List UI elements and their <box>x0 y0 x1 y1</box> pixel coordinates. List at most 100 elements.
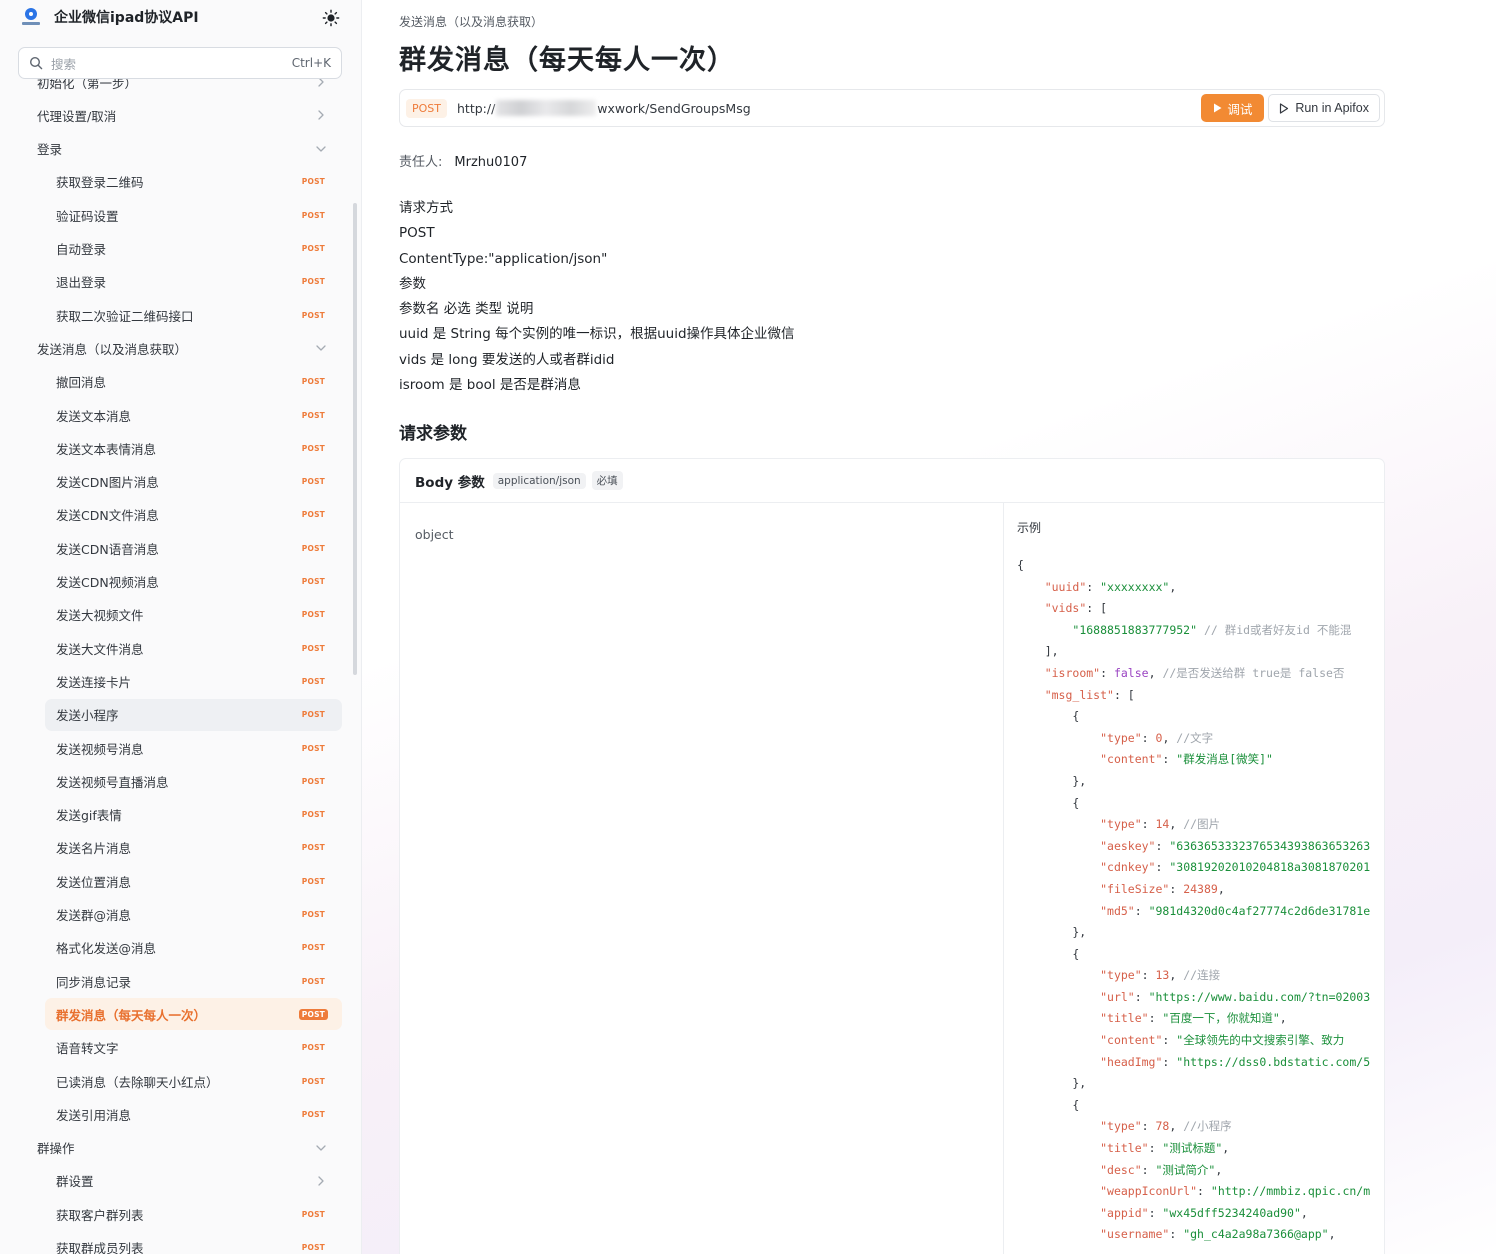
code-token: false <box>1113 665 1149 680</box>
sidebar-item[interactable]: 发送gif表情 POST <box>45 799 342 831</box>
sidebar-item-label: 发送文本表情消息 <box>56 441 157 457</box>
sidebar-item[interactable]: 语音转文字 POST <box>45 1032 342 1064</box>
sidebar-item[interactable]: 获取群成员列表 POST <box>45 1232 342 1254</box>
sidebar-item[interactable]: 登录 <box>26 133 342 165</box>
code-line: "fileSize": 24389, <box>1017 879 1371 901</box>
sidebar-item[interactable]: 发送CDN视频消息 POST <box>45 566 342 598</box>
chevron-down-icon <box>316 1144 326 1151</box>
sidebar-item-label: 发送名片消息 <box>56 841 132 857</box>
sidebar-item[interactable]: 发送引用消息 POST <box>45 1098 342 1130</box>
sidebar-item[interactable]: 发送文本消息 POST <box>45 399 342 431</box>
sidebar-item[interactable]: 发送小程序 POST <box>45 698 342 731</box>
code-line: "cdnkey": "30819202010204818a3081870201 <box>1017 857 1371 879</box>
code-token: "全球领先的中文搜索引擎、致力 <box>1176 1033 1345 1048</box>
code-token: "gh_c4a2a98a7366@app" <box>1183 1227 1329 1242</box>
code-line: "type": 0, //文字 <box>1017 728 1371 750</box>
sidebar-item[interactable]: 发送大文件消息 POST <box>45 632 342 664</box>
sidebar-item[interactable]: 验证码设置 POST <box>45 199 342 231</box>
brand[interactable]: 企业微信ipad协议API <box>22 5 199 29</box>
sidebar-item[interactable]: 获取客户群列表 POST <box>45 1198 342 1230</box>
sidebar-item[interactable]: 退出登录 POST <box>45 266 342 298</box>
sidebar-item-label: 发送连接卡片 <box>56 674 132 690</box>
sidebar-item[interactable]: 发送CDN图片消息 POST <box>45 466 342 498</box>
code-line: }, <box>1017 922 1371 944</box>
breadcrumb[interactable]: 发送消息（以及消息获取） <box>399 13 543 30</box>
example-code[interactable]: { "uuid": "xxxxxxxx", "vids": [ "1688851… <box>1017 555 1371 1246</box>
code-token: : <box>1148 1205 1163 1220</box>
theme-toggle-icon[interactable] <box>322 9 340 27</box>
chevron-right-icon <box>318 1176 324 1186</box>
sidebar-item-label: 发送引用消息 <box>56 1107 132 1123</box>
description-line: 请求方式 <box>399 200 453 216</box>
sidebar-item[interactable]: 发送视频号直播消息 POST <box>45 765 342 797</box>
code-line: "md5": "981d4320d0c4af27774c2d6de31781e <box>1017 901 1371 923</box>
sidebar-scrollbar[interactable] <box>353 203 357 675</box>
sidebar-item[interactable]: 发送视频号消息 POST <box>45 732 342 764</box>
code-token: , <box>1215 1162 1223 1177</box>
request-url[interactable]: http:// wxwork/SendGroupsMsg <box>457 100 751 116</box>
method-post-badge: POST <box>301 876 325 886</box>
sidebar-item[interactable]: 获取二次验证二维码接口 POST <box>45 299 342 331</box>
sidebar-item[interactable]: 发送位置消息 POST <box>45 865 342 897</box>
code-token: }, <box>1017 925 1087 940</box>
play-icon <box>1214 103 1222 113</box>
sidebar-item[interactable]: 发送消息（以及消息获取） <box>26 332 342 364</box>
code-token: //小程序 <box>1183 1119 1232 1134</box>
schema-type: object <box>415 527 454 542</box>
sidebar-item[interactable]: 发送名片消息 POST <box>45 832 342 864</box>
code-token: : <box>1134 903 1149 918</box>
method-post-badge: POST <box>301 244 325 253</box>
sidebar-item[interactable]: 群发消息（每天每人一次） POST <box>45 998 342 1031</box>
debug-button[interactable]: 调试 <box>1201 94 1265 122</box>
code-token: { <box>1017 558 1024 572</box>
code-token: "md5" <box>1100 903 1135 918</box>
sidebar-item[interactable]: 群设置 <box>45 1165 342 1197</box>
code-token: "title" <box>1100 1011 1149 1026</box>
code-token: // 群id或者好友id 不能混 <box>1197 622 1352 637</box>
chevron-down-icon <box>316 145 326 152</box>
method-post-badge: POST <box>301 643 325 653</box>
sidebar-item[interactable]: 获取登录二维码 POST <box>45 166 342 198</box>
search-input[interactable]: 搜索 Ctrl+K <box>18 47 342 79</box>
sidebar-item-label: 发送gif表情 <box>56 808 122 824</box>
sidebar-item[interactable]: 代理设置/取消 <box>26 99 342 131</box>
code-token: : <box>1148 1011 1163 1026</box>
method-post-badge: POST <box>301 676 325 686</box>
sidebar-item[interactable]: 发送连接卡片 POST <box>45 665 342 697</box>
sidebar-item[interactable]: 发送群@消息 POST <box>45 899 342 931</box>
method-post-badge: POST <box>301 477 325 487</box>
code-token: "fileSize" <box>1100 881 1170 896</box>
code-token: : <box>1155 838 1170 853</box>
description-line: POST <box>399 225 435 242</box>
code-token: , <box>1169 968 1184 983</box>
sidebar-item[interactable]: 发送CDN语音消息 POST <box>45 532 342 564</box>
sidebar-item-label: 获取群成员列表 <box>56 1241 144 1254</box>
code-line: "weappIconUrl": "http://mmbiz.qpic.cn/m <box>1017 1181 1371 1203</box>
sidebar-item[interactable]: 已读消息（去除聊天小红点） POST <box>45 1065 342 1097</box>
sidebar-item[interactable]: 发送文本表情消息 POST <box>45 432 342 464</box>
code-token: 14 <box>1155 817 1170 832</box>
sidebar-item[interactable]: 格式化发送@消息 POST <box>45 932 342 964</box>
method-post-badge: POST <box>301 1076 325 1086</box>
sidebar-item[interactable]: 撤回消息 POST <box>45 366 342 398</box>
code-token: { <box>1017 946 1080 961</box>
sidebar-item[interactable]: 发送CDN文件消息 POST <box>45 499 342 531</box>
code-token: , <box>1328 1227 1336 1242</box>
sidebar-item-label: 群设置 <box>56 1174 94 1190</box>
debug-button-label: 调试 <box>1227 102 1253 117</box>
url-prefix: http:// <box>457 100 496 116</box>
code-token: "username" <box>1100 1227 1170 1242</box>
sidebar-item[interactable]: 发送大视频文件 POST <box>45 599 342 631</box>
code-token: 78 <box>1155 1119 1170 1134</box>
run-in-apifox-button[interactable]: Run in Apifox <box>1268 94 1380 122</box>
method-post-badge: POST <box>301 610 325 620</box>
sidebar-item[interactable]: 同步消息记录 POST <box>45 965 342 997</box>
sidebar-item[interactable]: 自动登录 POST <box>45 233 342 265</box>
sidebar-item-label: 发送文本消息 <box>56 408 132 424</box>
sidebar-item[interactable]: 群操作 <box>26 1132 342 1164</box>
method-post-badge: POST <box>301 443 325 453</box>
code-token: "测试简介" <box>1155 1162 1216 1177</box>
